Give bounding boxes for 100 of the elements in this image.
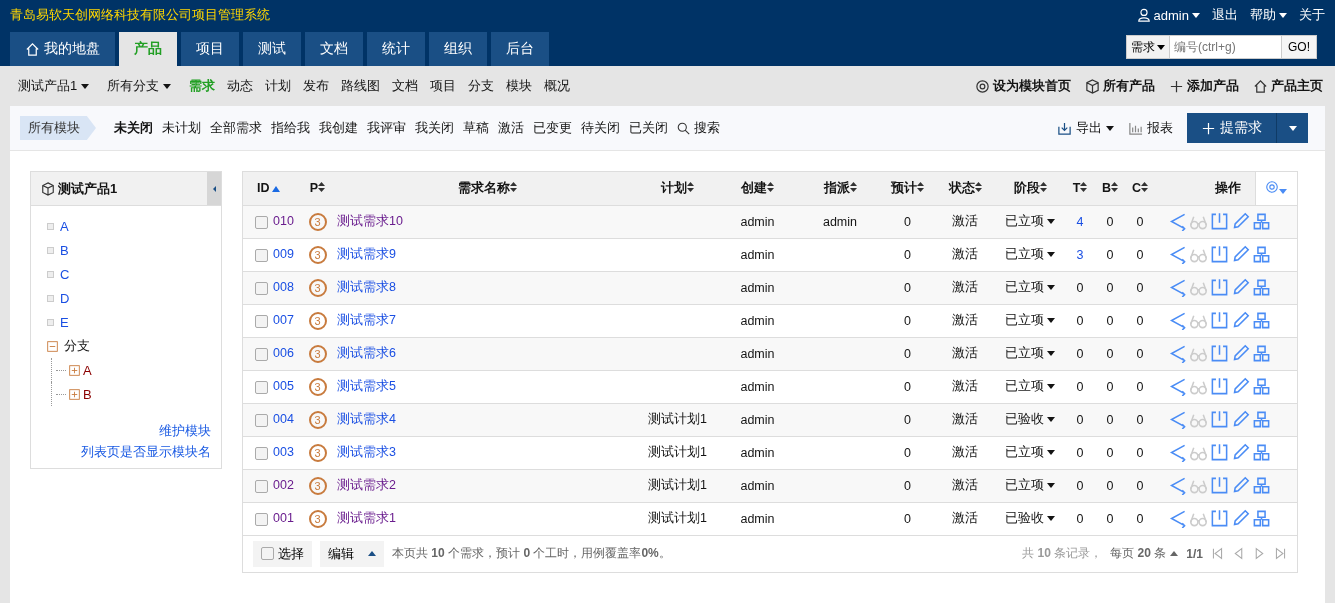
select-all-checkbox[interactable]: 选择	[253, 540, 312, 567]
product-dropdown[interactable]: 测试产品1	[18, 77, 90, 95]
subnav-link[interactable]: 发布	[303, 77, 330, 95]
filter-link[interactable]: 已变更	[533, 119, 572, 137]
row-checkbox[interactable]	[255, 446, 268, 460]
story-name-link[interactable]: 测试需求3	[337, 445, 396, 459]
header-link[interactable]: 关于	[1299, 6, 1325, 24]
report-link[interactable]: 报表	[1128, 119, 1173, 137]
go-button[interactable]: GO!	[1282, 35, 1317, 59]
filter-link[interactable]: 全部需求	[210, 119, 262, 137]
task-count-link[interactable]: 3	[1076, 247, 1084, 262]
nav-tab[interactable]: 文档	[305, 32, 363, 66]
subnav-link[interactable]: 文档	[392, 77, 419, 95]
subnav-link[interactable]: 路线图	[341, 77, 381, 95]
nav-tab[interactable]: 我的地盘	[10, 32, 115, 66]
header-link[interactable]: 帮助	[1250, 6, 1287, 24]
filter-link[interactable]: 我评审	[367, 119, 406, 137]
filter-link[interactable]: 未关闭	[114, 119, 153, 137]
stage-dropdown[interactable]: 已立项	[1005, 312, 1055, 329]
branch-dropdown[interactable]: 所有分支	[107, 77, 172, 95]
stage-dropdown[interactable]: 已验收	[1005, 411, 1055, 428]
column-header[interactable]: 指派	[823, 180, 857, 195]
subnav-link[interactable]: 分支	[468, 77, 495, 95]
nav-tab[interactable]: 统计	[367, 32, 425, 66]
filter-link[interactable]: 待关闭	[581, 119, 620, 137]
search-field[interactable]: 编号(ctrl+g)	[1170, 35, 1282, 59]
row-checkbox[interactable]	[255, 380, 268, 394]
user-menu[interactable]: admin	[1136, 7, 1200, 23]
module-option-link[interactable]: 列表页是否显示模块名	[81, 443, 211, 461]
subnav-link[interactable]: 动态	[227, 77, 254, 95]
row-checkbox[interactable]	[255, 512, 268, 526]
row-checkbox[interactable]	[255, 347, 268, 361]
stage-dropdown[interactable]: 已立项	[1005, 279, 1055, 296]
story-name-link[interactable]: 测试需求9	[337, 247, 396, 261]
filter-link[interactable]: 我创建	[319, 119, 358, 137]
stage-dropdown[interactable]: 已验收	[1005, 510, 1055, 527]
module-link[interactable]: B	[60, 242, 69, 258]
module-link[interactable]: A	[60, 218, 69, 234]
stage-dropdown[interactable]: 已立项	[1005, 213, 1055, 230]
row-checkbox[interactable]	[255, 215, 268, 229]
filter-link[interactable]: 已关闭	[629, 119, 668, 137]
subnav-action-link[interactable]: 产品主页	[1253, 77, 1323, 95]
tree-node-link[interactable]: A	[83, 362, 92, 378]
nav-tab[interactable]: 后台	[491, 32, 549, 66]
task-count-link[interactable]: 4	[1076, 214, 1084, 229]
create-menu-button[interactable]	[1276, 113, 1308, 143]
row-checkbox[interactable]	[255, 314, 268, 328]
module-link[interactable]: E	[60, 314, 69, 330]
subnav-action-link[interactable]: 添加产品	[1169, 77, 1239, 95]
story-id-link[interactable]: 002	[273, 478, 294, 493]
column-header[interactable]: 需求名称	[458, 180, 517, 195]
stage-dropdown[interactable]: 已立项	[1005, 246, 1055, 263]
story-id-link[interactable]: 007	[273, 313, 294, 328]
subnav-link[interactable]: 计划	[265, 77, 292, 95]
story-id-link[interactable]: 003	[273, 445, 294, 460]
filter-link[interactable]: 草稿	[463, 119, 489, 137]
filter-link[interactable]: 指给我	[271, 119, 310, 137]
module-link[interactable]: C	[60, 266, 70, 282]
column-header[interactable]: 创建	[741, 180, 774, 195]
story-name-link[interactable]: 测试需求6	[337, 346, 396, 360]
subnav-action-link[interactable]: 所有产品	[1085, 77, 1155, 95]
subnav-link[interactable]: 概况	[544, 77, 571, 95]
header-link[interactable]: 退出	[1212, 6, 1238, 24]
column-header[interactable]: 计划	[661, 180, 694, 195]
row-checkbox[interactable]	[255, 248, 268, 262]
story-id-link[interactable]: 009	[273, 247, 294, 262]
subnav-action-link[interactable]: 设为模块首页	[975, 77, 1071, 95]
collapse-button[interactable]	[207, 172, 221, 205]
story-name-link[interactable]: 测试需求4	[337, 412, 396, 426]
page-size-dropdown[interactable]: 每页 20 条	[1110, 545, 1179, 562]
nav-tab[interactable]: 测试	[243, 32, 301, 66]
stage-dropdown[interactable]: 已立项	[1005, 444, 1055, 461]
story-id-link[interactable]: 006	[273, 346, 294, 361]
tree-node-link[interactable]: B	[83, 386, 92, 402]
story-id-link[interactable]: 008	[273, 280, 294, 295]
story-name-link[interactable]: 测试需求5	[337, 379, 396, 393]
tree-node-label[interactable]: 分支	[64, 337, 90, 355]
stage-dropdown[interactable]: 已立项	[1005, 378, 1055, 395]
stage-dropdown[interactable]: 已立项	[1005, 345, 1055, 362]
row-checkbox[interactable]	[255, 479, 268, 493]
module-option-link[interactable]: 维护模块	[159, 422, 211, 440]
story-id-link[interactable]: 004	[273, 412, 294, 427]
filter-link[interactable]: 我关闭	[415, 119, 454, 137]
search-type-dropdown[interactable]: 需求	[1126, 35, 1170, 59]
filter-link[interactable]: 未计划	[162, 119, 201, 137]
story-name-link[interactable]: 测试需求1	[337, 511, 396, 525]
search-link[interactable]: 搜索	[677, 119, 720, 137]
row-checkbox[interactable]	[255, 281, 268, 295]
subnav-link[interactable]: 模块	[506, 77, 533, 95]
create-button[interactable]: 提需求	[1187, 113, 1276, 143]
nav-tab[interactable]: 项目	[181, 32, 239, 66]
nav-tab[interactable]: 组织	[429, 32, 487, 66]
story-name-link[interactable]: 测试需求8	[337, 280, 396, 294]
row-checkbox[interactable]	[255, 413, 268, 427]
module-breadcrumb[interactable]: 所有模块	[20, 116, 96, 140]
story-id-link[interactable]: 005	[273, 379, 294, 394]
edit-button[interactable]: 编辑	[320, 540, 384, 567]
export-link[interactable]: 导出	[1057, 119, 1114, 137]
story-name-link[interactable]: 测试需求7	[337, 313, 396, 327]
story-id-link[interactable]: 010	[273, 214, 294, 229]
